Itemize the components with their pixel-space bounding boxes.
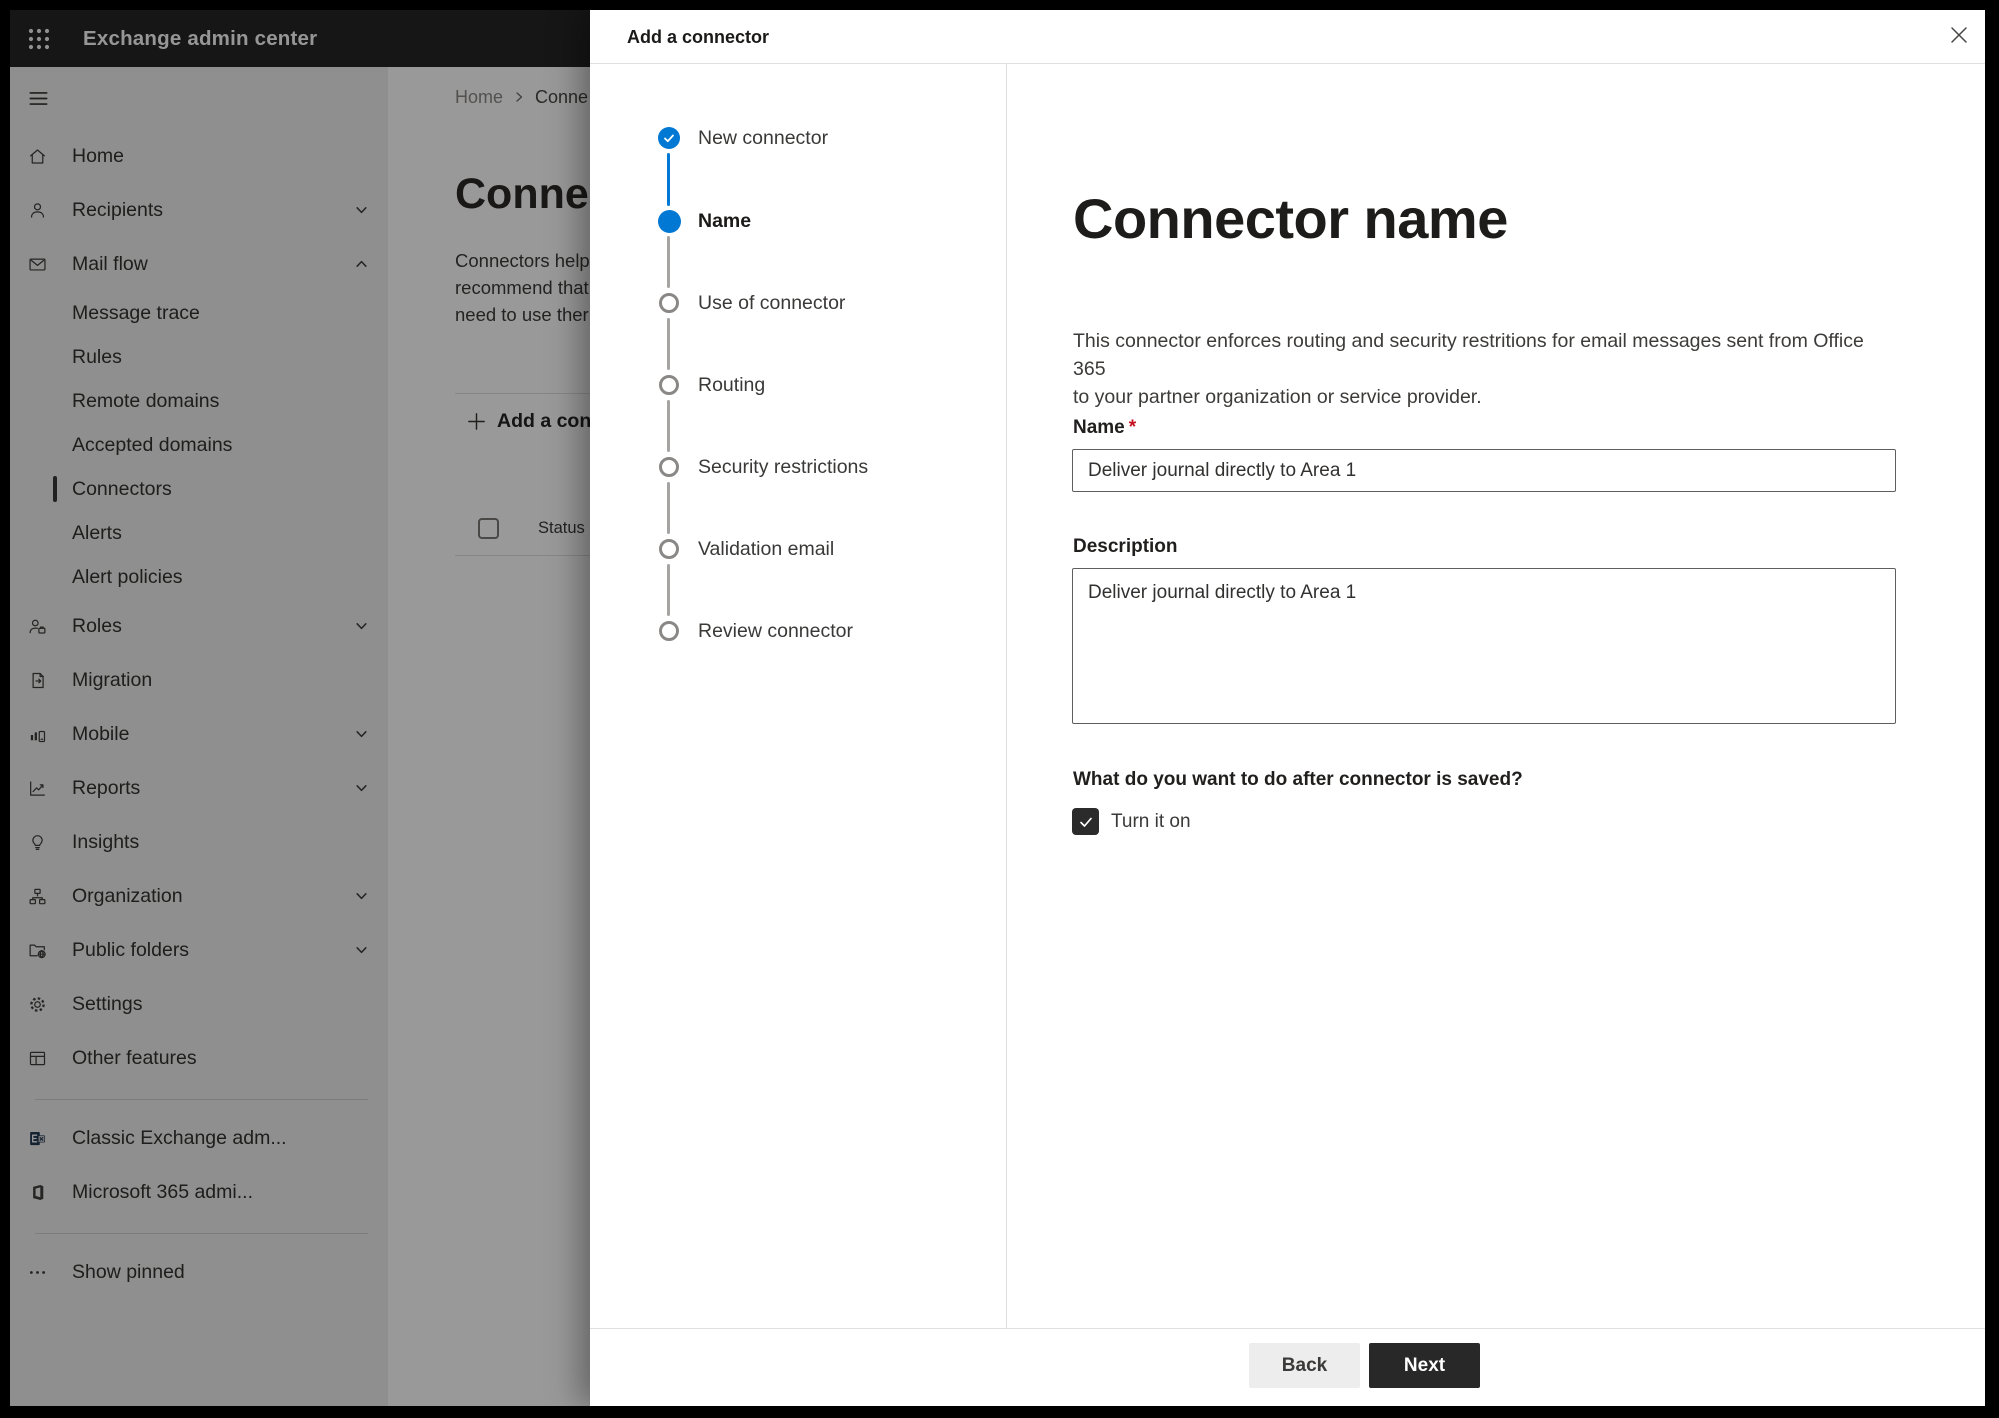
required-asterisk: * <box>1128 417 1137 438</box>
step-completed-icon <box>657 126 681 150</box>
content-description-line: This connector enforces routing and secu… <box>1073 330 1864 380</box>
step-label: Security restrictions <box>698 455 869 478</box>
content-description-line: to your partner organization or service … <box>1073 386 1482 408</box>
step-connector-line <box>667 318 670 370</box>
turn-it-on-label[interactable]: Turn it on <box>1111 811 1191 833</box>
step-connector-line <box>667 482 670 534</box>
wizard-step-name[interactable]: Name <box>657 206 751 236</box>
step-connector-line <box>667 564 670 616</box>
name-input[interactable] <box>1072 449 1896 492</box>
content-description: This connector enforces routing and secu… <box>1073 327 1888 411</box>
wizard-step-new-connector[interactable]: New connector <box>657 123 828 153</box>
content-heading: Connector name <box>1073 187 1508 250</box>
step-label: Review connector <box>698 619 853 642</box>
step-label: Name <box>698 209 752 232</box>
step-label: New connector <box>698 126 829 149</box>
step-circle-icon <box>657 373 681 397</box>
wizard-content-divider <box>1006 64 1007 1328</box>
step-label: Use of connector <box>698 291 846 314</box>
add-connector-dialog: Add a connector New connector Name Use o… <box>590 10 1985 1406</box>
next-button[interactable]: Next <box>1369 1343 1480 1388</box>
app-window: Exchange admin center Home Recipients Ma… <box>10 10 1985 1406</box>
dialog-title: Add a connector <box>627 27 770 47</box>
description-field-label: Description <box>1073 536 1178 557</box>
dialog-header: Add a connector <box>590 10 1985 64</box>
step-circle-icon <box>657 619 681 643</box>
step-connector-line <box>667 400 670 452</box>
wizard-step-review-connector: Review connector <box>657 616 853 646</box>
wizard-step-validation-email: Validation email <box>657 534 834 564</box>
step-circle-icon <box>657 291 681 315</box>
step-label: Routing <box>698 373 766 396</box>
turn-it-on-row: Turn it on <box>1072 808 1191 835</box>
wizard-step-routing: Routing <box>657 370 765 400</box>
step-circle-icon <box>657 455 681 479</box>
back-button[interactable]: Back <box>1249 1343 1360 1388</box>
step-current-dot <box>657 209 681 233</box>
close-button[interactable] <box>1942 18 1976 52</box>
step-circle-icon <box>657 537 681 561</box>
checkmark-icon <box>1078 814 1094 830</box>
footer-divider <box>590 1328 1985 1329</box>
wizard-step-security-restrictions: Security restrictions <box>657 452 868 482</box>
step-label: Validation email <box>698 537 835 560</box>
step-connector-line <box>667 153 670 206</box>
turn-it-on-checkbox[interactable] <box>1072 808 1099 835</box>
name-label-text: Name <box>1073 417 1125 438</box>
step-connector-line <box>667 236 670 288</box>
description-textarea[interactable]: Deliver journal directly to Area 1 <box>1072 568 1896 724</box>
after-save-question: What do you want to do after connector i… <box>1073 769 1523 790</box>
close-icon <box>1948 24 1970 46</box>
wizard-step-use-of-connector: Use of connector <box>657 288 845 318</box>
name-field-label: Name * <box>1073 417 1136 439</box>
